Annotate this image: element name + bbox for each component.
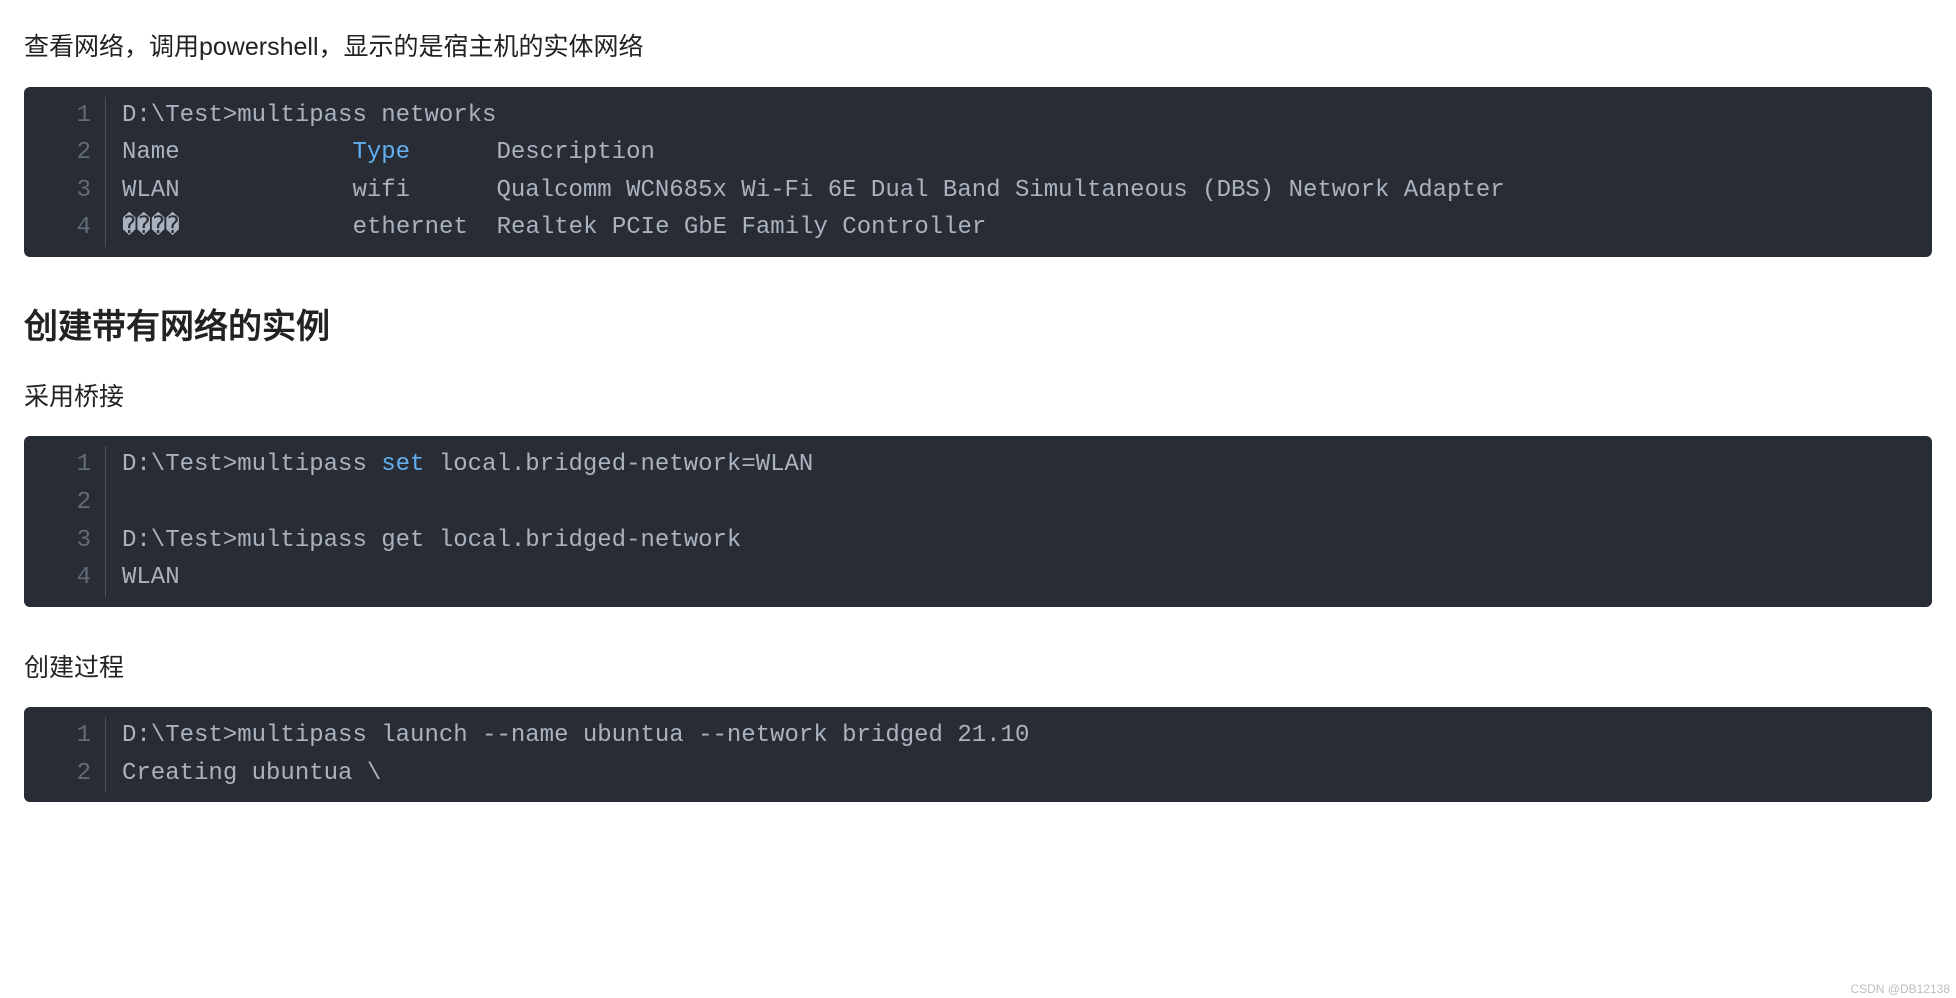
code-token: D:\Test>multipass launch --name ubuntua … [122, 722, 1029, 749]
line-number: 3 [24, 172, 106, 210]
line-content: WLAN wifi Qualcomm WCN685x Wi-Fi 6E Dual… [106, 172, 1932, 210]
line-content: Creating ubuntua \ [106, 755, 1932, 793]
code-token: D:\Test>multipass [122, 451, 381, 478]
code-line: 3 D:\Test>multipass get local.bridged-net… [24, 522, 1932, 560]
line-number: 2 [24, 755, 106, 793]
line-number: 1 [24, 446, 106, 484]
line-number: 2 [24, 484, 106, 522]
line-number: 1 [24, 717, 106, 755]
code-line: 2 Creating ubuntua \ [24, 755, 1932, 793]
paragraph-create-process: 创建过程 [24, 647, 1932, 690]
code-token: local.bridged-network=WLAN [424, 451, 813, 478]
line-content: D:\Test>multipass networks [106, 97, 1932, 135]
heading-create-instance: 创建带有网络的实例 [24, 299, 1932, 348]
code-token: Description [410, 139, 655, 166]
code-line: 1 D:\Test>multipass networks [24, 97, 1932, 135]
paragraph-network-intro: 查看网络，调用powershell，显示的是宿主机的实体网络 [24, 26, 1932, 69]
line-content: WLAN [106, 559, 1932, 597]
line-number: 3 [24, 522, 106, 560]
line-content: Name Type Description [106, 134, 1932, 172]
article-page: 查看网络，调用powershell，显示的是宿主机的实体网络 1D:\Test>… [0, 0, 1956, 816]
paragraph-bridged: 采用桥接 [24, 376, 1932, 419]
code-line: 4 ���� ethernet Realtek PCIe GbE Family C… [24, 209, 1932, 247]
code-block-set-bridged: 1D:\Test>multipass set local.bridged-net… [24, 436, 1932, 606]
code-line: 1 D:\Test>multipass launch --name ubuntua… [24, 717, 1932, 755]
line-number: 1 [24, 97, 106, 135]
line-number: 4 [24, 559, 106, 597]
line-content: ���� ethernet Realtek PCIe GbE Family Co… [106, 209, 1932, 247]
code-token: Creating ubuntua \ [122, 760, 381, 787]
code-token: Type [352, 139, 410, 166]
code-token: D:\Test>multipass networks [122, 102, 496, 129]
code-block-networks: 1D:\Test>multipass networks2Name Type De… [24, 87, 1932, 257]
line-number: 4 [24, 209, 106, 247]
code-token: D:\Test>multipass get local.bridged-netw… [122, 527, 741, 554]
code-line: 1D:\Test>multipass set local.bridged-net… [24, 446, 1932, 484]
code-token: WLAN [122, 564, 180, 591]
watermark: CSDN @DB12138 [1850, 982, 1950, 996]
line-content: D:\Test>multipass set local.bridged-netw… [106, 446, 1932, 484]
code-token: Name [122, 139, 352, 166]
code-line: 4 WLAN [24, 559, 1932, 597]
code-line: 2Name Type Description [24, 134, 1932, 172]
line-number: 2 [24, 134, 106, 172]
code-token: WLAN wifi Qualcomm WCN685x Wi-Fi 6E Dual… [122, 177, 1505, 204]
code-token: set [381, 451, 424, 478]
code-token: ���� ethernet Realtek PCIe GbE Family Co… [122, 214, 986, 241]
line-content: D:\Test>multipass get local.bridged-netw… [106, 522, 1932, 560]
line-content: D:\Test>multipass launch --name ubuntua … [106, 717, 1932, 755]
code-line: 2 [24, 484, 1932, 522]
code-line: 3 WLAN wifi Qualcomm WCN685x Wi-Fi 6E Dua… [24, 172, 1932, 210]
line-content [106, 484, 1932, 522]
code-block-launch: 1 D:\Test>multipass launch --name ubuntua… [24, 707, 1932, 802]
